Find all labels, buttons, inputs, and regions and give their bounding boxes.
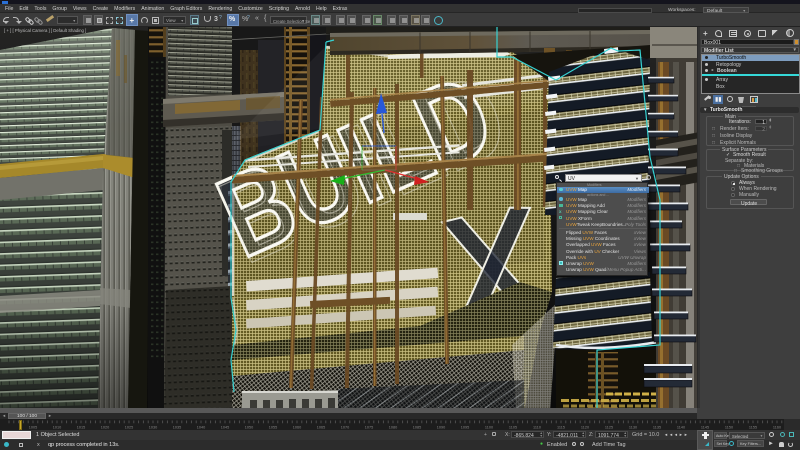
svg-text:1045: 1045: [221, 426, 229, 430]
svg-text:1075: 1075: [365, 426, 373, 430]
svg-text:1020: 1020: [101, 426, 109, 430]
svg-text:1080: 1080: [389, 426, 397, 430]
svg-text:1125: 1125: [605, 426, 613, 430]
svg-text:1015: 1015: [77, 426, 85, 430]
svg-text:1095: 1095: [461, 426, 469, 430]
svg-text:1105: 1105: [509, 426, 517, 430]
svg-text:1160: 1160: [773, 426, 781, 430]
svg-text:1050: 1050: [245, 426, 253, 430]
svg-text:1100: 1100: [485, 426, 493, 430]
svg-text:1155: 1155: [749, 426, 757, 430]
svg-text:1140: 1140: [677, 426, 685, 430]
svg-text:1060: 1060: [293, 426, 301, 430]
svg-text:1110: 1110: [533, 426, 541, 430]
svg-text:1090: 1090: [437, 426, 445, 430]
svg-text:1130: 1130: [629, 426, 637, 430]
svg-text:1005: 1005: [29, 426, 37, 430]
svg-text:1040: 1040: [197, 426, 205, 430]
svg-text:1055: 1055: [269, 426, 277, 430]
svg-text:1145: 1145: [701, 426, 709, 430]
svg-text:1085: 1085: [413, 426, 421, 430]
svg-text:1025: 1025: [125, 426, 133, 430]
svg-text:1030: 1030: [149, 426, 157, 430]
svg-text:1115: 1115: [557, 426, 565, 430]
svg-text:1065: 1065: [317, 426, 325, 430]
svg-text:1010: 1010: [53, 426, 61, 430]
svg-text:1035: 1035: [173, 426, 181, 430]
svg-text:[ + ] [ Physical Camera ] [: [ + ] [ Physical Camera ] [ Default Shad…: [4, 28, 86, 33]
svg-text:1070: 1070: [341, 426, 349, 430]
svg-text:1150: 1150: [725, 426, 733, 430]
svg-text:1120: 1120: [581, 426, 589, 430]
svg-text:1135: 1135: [653, 426, 661, 430]
